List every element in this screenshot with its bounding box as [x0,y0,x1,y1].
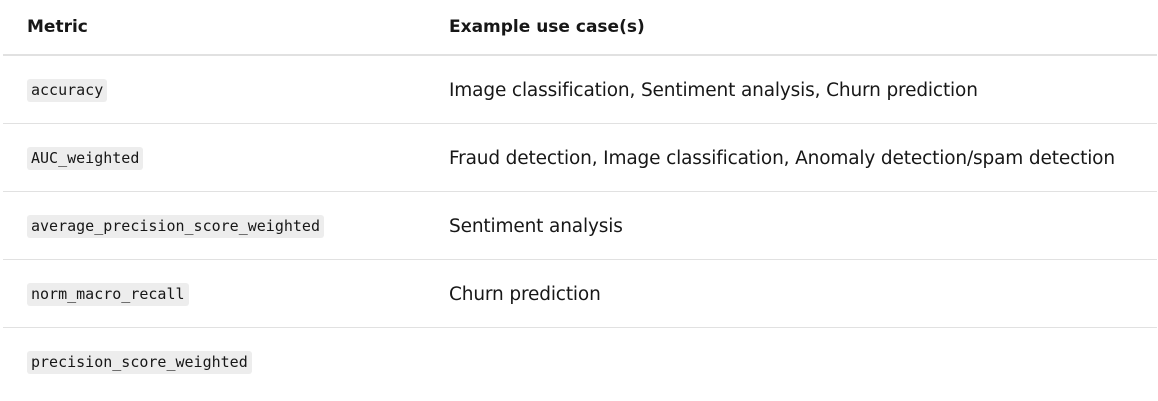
table-row: accuracy Image classification, Sentiment… [3,55,1157,124]
use-case-cell [449,328,1157,396]
metric-code: average_precision_score_weighted [27,214,324,238]
header-row: Metric Example use case(s) [3,0,1157,56]
use-case-cell: Sentiment analysis [449,191,1157,260]
use-case-cell: Fraud detection, Image classification, A… [449,123,1157,192]
metric-code: precision_score_weighted [27,350,252,374]
header-use-cases: Example use case(s) [449,0,1157,56]
table-row: AUC_weighted Fraud detection, Image clas… [3,123,1157,192]
use-case-text: Image classification, Sentiment analysis… [449,79,978,101]
table-row: average_precision_score_weighted Sentime… [3,191,1157,260]
metric-cell: accuracy [3,55,449,124]
metric-cell: average_precision_score_weighted [3,191,449,260]
table-header: Metric Example use case(s) [3,0,1157,56]
table-row: norm_macro_recall Churn prediction [3,259,1157,328]
metric-cell: precision_score_weighted [3,328,449,396]
metric-cell: AUC_weighted [3,123,449,192]
metric-code: AUC_weighted [27,146,144,170]
table-body: accuracy Image classification, Sentiment… [3,55,1157,395]
use-case-cell: Image classification, Sentiment analysis… [449,55,1157,124]
use-case-text: Fraud detection, Image classification, A… [449,147,1115,169]
metric-code: norm_macro_recall [27,282,189,306]
use-case-cell: Churn prediction [449,259,1157,328]
table-row: precision_score_weighted [3,328,1157,396]
metric-code: accuracy [27,78,108,102]
metrics-table: Metric Example use case(s) accuracy Imag… [3,0,1157,395]
metric-cell: norm_macro_recall [3,259,449,328]
use-case-text: Sentiment analysis [449,215,623,237]
header-metric: Metric [3,0,449,56]
use-case-text: Churn prediction [449,283,601,305]
